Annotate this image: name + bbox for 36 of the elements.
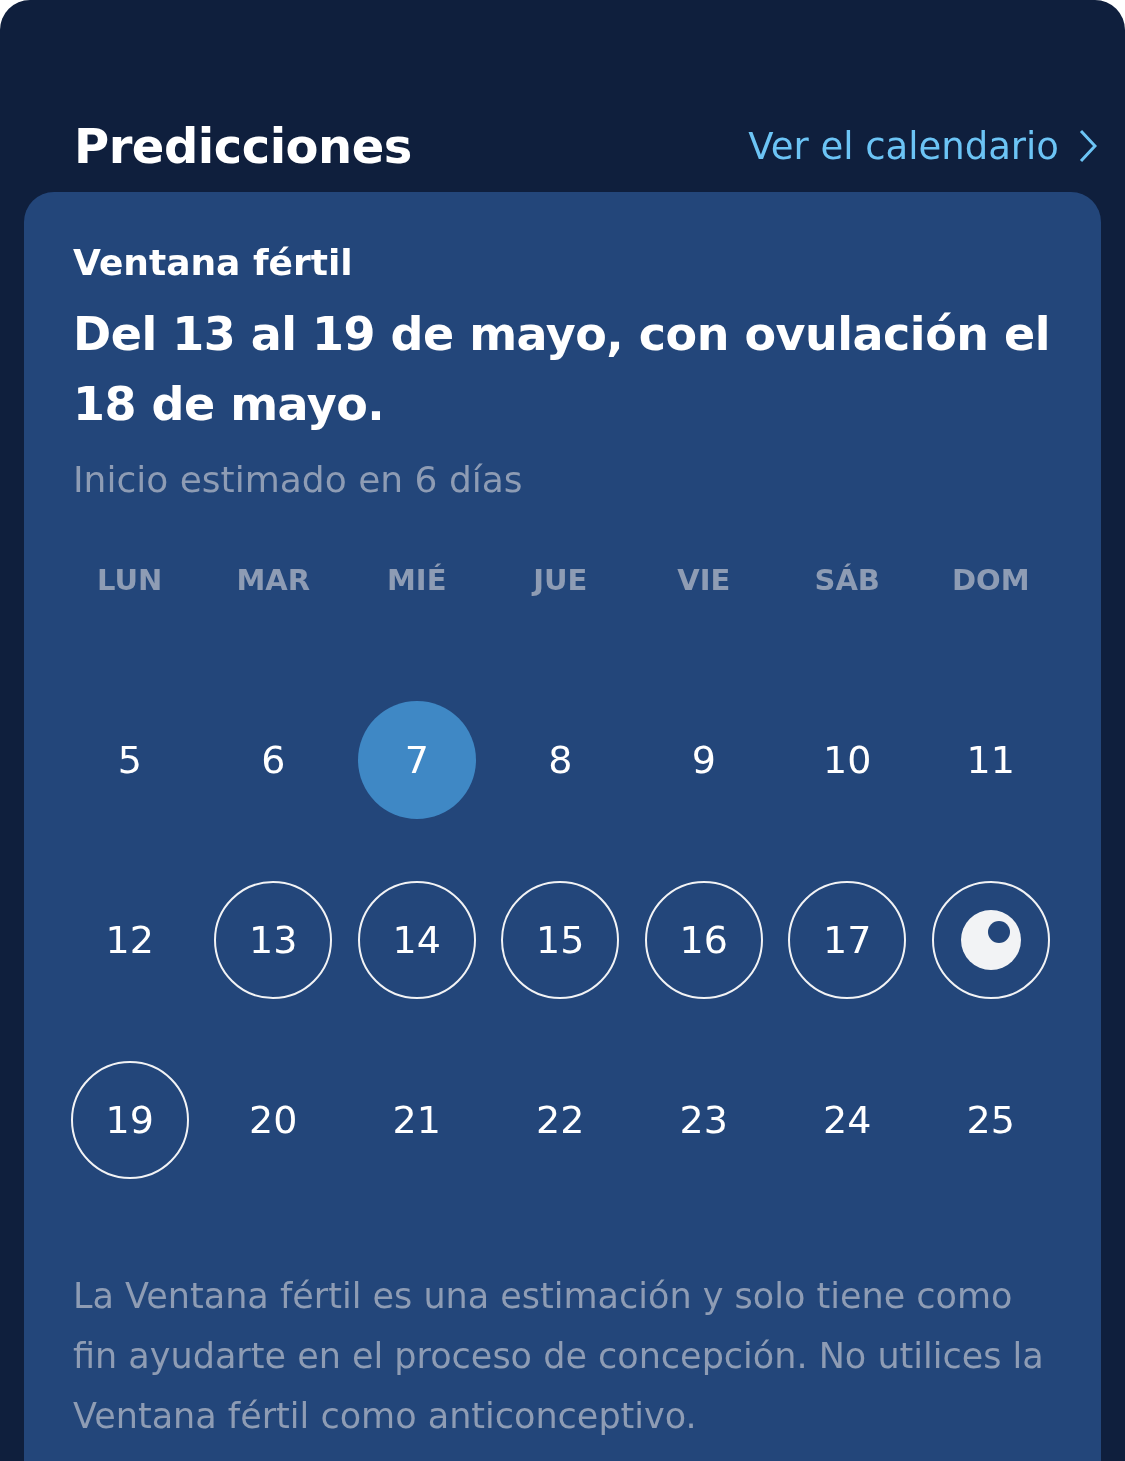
calendar-day[interactable]: 24 xyxy=(788,1061,907,1179)
fertile-day[interactable]: 15 xyxy=(501,881,620,999)
calendar-day[interactable]: 20 xyxy=(214,1061,333,1179)
fertile-day[interactable]: 14 xyxy=(357,881,476,999)
calendar-day[interactable]: 6 xyxy=(214,701,333,819)
weekday-label: MIÉ xyxy=(387,562,447,599)
calendar-day[interactable]: 12 xyxy=(70,881,189,999)
weekday-label: DOM xyxy=(951,562,1030,599)
weekday-label: VIE xyxy=(677,562,731,599)
weekday-label: MAR xyxy=(236,562,311,599)
calendar-day[interactable]: 8 xyxy=(501,701,620,819)
fertile-day[interactable]: 17 xyxy=(788,881,907,999)
weekday-label: SÁB xyxy=(814,562,880,599)
disclaimer-text: La Ventana fértil es una estimación y solo tiene como fin ayudarte en el proceso de concepción. No utilices la Ventana fértil como anticonceptivo. xyxy=(73,1275,1045,1438)
today-day[interactable]: 7 xyxy=(357,701,476,819)
ovum-icon xyxy=(960,910,1021,970)
calendar-day[interactable]: 5 xyxy=(70,701,189,819)
calendar-day[interactable]: 10 xyxy=(788,701,907,819)
weekday-label: LUN xyxy=(97,562,163,599)
section-title: Predicciones xyxy=(74,118,412,174)
card-subtitle: Inicio estimado en 6 días xyxy=(73,459,524,500)
calendar-day[interactable]: 21 xyxy=(357,1061,476,1179)
calendar-day[interactable]: 22 xyxy=(501,1061,620,1179)
calendar-day[interactable]: 11 xyxy=(931,701,1050,819)
ovulation-day[interactable] xyxy=(931,881,1050,999)
weekday-label: JUE xyxy=(533,562,588,599)
card-label: Ventana fértil xyxy=(73,242,354,283)
calendar-day[interactable]: 23 xyxy=(644,1061,763,1179)
calendar-day[interactable]: 9 xyxy=(644,701,763,819)
calendar-day[interactable]: 25 xyxy=(931,1061,1050,1179)
fertile-day[interactable]: 13 xyxy=(214,881,333,999)
fertile-day[interactable]: 16 xyxy=(644,881,763,999)
calendar-link[interactable]: Ver el calendario xyxy=(748,124,1097,168)
chevron-right-icon xyxy=(1079,129,1097,163)
card-headline: Del 13 al 19 de mayo, con ovulación el 18 de mayo. xyxy=(73,306,1051,433)
fertile-day[interactable]: 19 xyxy=(70,1061,189,1179)
